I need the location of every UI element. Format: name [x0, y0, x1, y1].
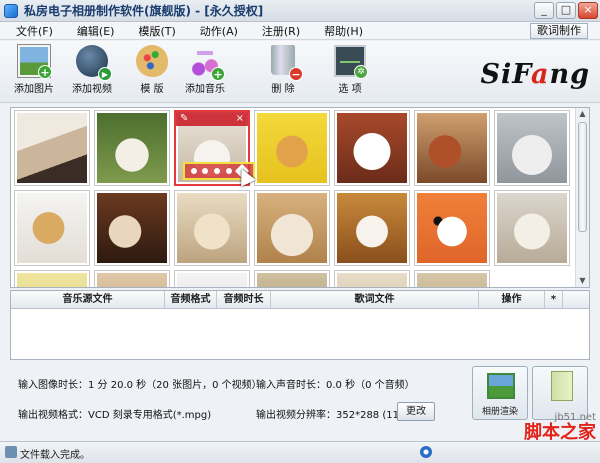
options-icon: ✲: [334, 45, 368, 79]
col-audio-format[interactable]: 音频格式: [165, 291, 217, 308]
photo-thumbnail[interactable]: [254, 190, 330, 266]
plus-icon: +: [38, 65, 52, 79]
add-image-label: 添加图片: [14, 84, 54, 95]
add-music-label: 添加音乐: [185, 84, 225, 95]
delete-button[interactable]: − 删 除: [267, 45, 303, 95]
add-video-icon: ▶: [76, 45, 112, 81]
album-render-label: 相册渲染: [481, 407, 518, 417]
photo-thumbnail[interactable]: [414, 190, 490, 266]
dot-icon: [202, 168, 209, 174]
menu-file[interactable]: 文件(F): [0, 23, 65, 39]
photo-thumbnail[interactable]: [94, 270, 170, 287]
add-video-label: 添加视频: [72, 84, 112, 95]
photo-thumbnail[interactable]: [174, 190, 250, 266]
disc-icon: [420, 446, 432, 458]
scroll-up-icon[interactable]: ▲: [578, 109, 587, 119]
album-render-button[interactable]: 相册渲染: [472, 366, 528, 420]
album-icon: [487, 373, 515, 399]
gear-icon: ✲: [354, 65, 368, 79]
col-audio-duration[interactable]: 音频时长: [217, 291, 271, 308]
col-star[interactable]: *: [545, 291, 563, 308]
menu-action[interactable]: 动作(A): [188, 23, 250, 39]
template-button[interactable]: 模 版: [136, 45, 168, 95]
lyric-editor-button[interactable]: 歌词制作: [530, 23, 588, 39]
photo-thumbnail[interactable]: [494, 110, 570, 186]
output-resolution-text: 输出视频分辨率：352*288 (11:9): [256, 410, 413, 421]
maximize-button[interactable]: □: [556, 2, 576, 19]
add-image-button[interactable]: + 添加图片: [14, 44, 54, 95]
menu-template[interactable]: 模版(T): [126, 23, 187, 39]
template-label: 模 版: [140, 84, 164, 95]
sifang-logo: SiFang: [480, 59, 590, 90]
dot-icon: [190, 168, 197, 174]
audio-duration-text: 输入声音时长：0.0 秒（0 个音频）: [256, 380, 415, 391]
photo-thumbnail[interactable]: [254, 270, 330, 287]
info-panel: 输入图像时长：1 分 20.0 秒（20 张图片，0 个视频） 输入声音时长：0…: [10, 362, 590, 440]
photo-thumbnail[interactable]: [14, 190, 90, 266]
photo-thumbnail[interactable]: [334, 110, 410, 186]
close-button[interactable]: ×: [578, 2, 598, 19]
status-bar: 文件载入完成。: [0, 441, 600, 463]
photo-thumbnail[interactable]: [14, 270, 90, 287]
photo-thumbnail[interactable]: [94, 190, 170, 266]
play-icon: ▶: [98, 67, 112, 81]
edit-icon[interactable]: ✎: [180, 112, 188, 126]
photo-thumbnail[interactable]: [334, 270, 410, 287]
app-icon: [4, 3, 18, 18]
status-text: 文件载入完成。: [20, 450, 90, 461]
photo-thumbnail[interactable]: [334, 190, 410, 266]
add-music-button[interactable]: + 添加音乐: [185, 45, 225, 95]
menu-help[interactable]: 帮助(H): [312, 23, 375, 39]
music-table-header: 音乐源文件 音频格式 音频时长 歌词文件 操作 *: [11, 291, 589, 309]
dot-icon: [213, 168, 220, 174]
options-label: 选 项: [338, 84, 362, 95]
status-icon: [5, 446, 17, 458]
menu-register[interactable]: 注册(R): [250, 23, 312, 39]
site-watermark: jb51.net 脚本之家: [524, 412, 596, 443]
photo-thumbnail[interactable]: [94, 110, 170, 186]
photo-thumbnail[interactable]: [494, 190, 570, 266]
photo-grid[interactable]: ✎ × ▲ ▼: [10, 107, 590, 288]
thumbnail-toolbar: ✎ ×: [176, 112, 248, 126]
photo-thumbnail[interactable]: [14, 110, 90, 186]
minimize-button[interactable]: _: [534, 2, 554, 19]
watermark-site: 脚本之家: [524, 422, 596, 443]
col-music-file[interactable]: 音乐源文件: [11, 291, 165, 308]
photo-thumbnail[interactable]: [414, 110, 490, 186]
col-lyric-file[interactable]: 歌词文件: [271, 291, 479, 308]
add-music-icon: +: [189, 45, 225, 81]
zip-icon: [551, 371, 573, 401]
output-format-text: 输出视频格式：VCD 刻录专用格式(*.mpg): [18, 410, 212, 421]
options-button[interactable]: ✲ 选 项: [334, 45, 368, 95]
delete-label: 删 除: [271, 84, 295, 95]
scrollbar-thumb[interactable]: [578, 122, 587, 232]
image-duration-text: 输入图像时长：1 分 20.0 秒（20 张图片，0 个视频）: [18, 380, 262, 391]
window-title: 私房电子相册制作软件(旗舰版) - [永久授权]: [24, 4, 264, 18]
palette-icon: [136, 45, 168, 77]
add-video-button[interactable]: ▶ 添加视频: [72, 45, 112, 95]
dot-icon: [225, 168, 232, 174]
col-operation[interactable]: 操作: [479, 291, 545, 308]
add-image-icon: +: [17, 44, 52, 79]
minus-icon: −: [289, 67, 303, 81]
plus-icon: +: [211, 67, 225, 81]
scroll-down-icon[interactable]: ▼: [578, 276, 587, 286]
toolbar: + 添加图片 ▶ 添加视频 模 版 + 添加音乐 − 删 除 ✲ 选 项 SiF…: [0, 41, 600, 103]
photo-thumbnail[interactable]: [254, 110, 330, 186]
photo-thumbnail[interactable]: [414, 270, 490, 287]
title-bar: 私房电子相册制作软件(旗舰版) - [永久授权] _ □ ×: [0, 0, 600, 22]
change-resolution-button[interactable]: 更改: [397, 402, 435, 421]
music-table[interactable]: 音乐源文件 音频格式 音频时长 歌词文件 操作 *: [10, 290, 590, 360]
window-controls: _ □ ×: [534, 2, 598, 19]
menu-bar: 文件(F) 编辑(E) 模版(T) 动作(A) 注册(R) 帮助(H) 歌词制作: [0, 22, 600, 40]
trash-icon: −: [267, 45, 303, 81]
remove-icon[interactable]: ×: [236, 112, 244, 126]
menu-edit[interactable]: 编辑(E): [65, 23, 127, 39]
grid-scrollbar[interactable]: ▲ ▼: [575, 108, 589, 287]
photo-thumbnail[interactable]: [174, 270, 250, 287]
